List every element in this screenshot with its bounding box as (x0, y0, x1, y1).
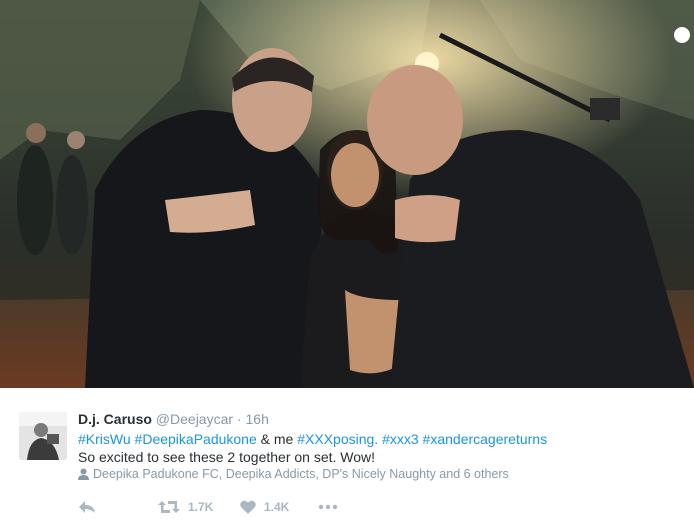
heart-icon (240, 500, 256, 514)
liked-by-row[interactable]: Deepika Padukone FC, Deepika Addicts, DP… (78, 466, 509, 484)
retweet-button[interactable]: 1.7K (158, 497, 213, 517)
tweet-text-line-1: #KrisWu #DeepikaPadukone & me #XXXposing… (78, 430, 547, 448)
tweet-header: D.j. Caruso @Deejaycar · 16h (78, 410, 269, 428)
hashtag-xandercagereturns[interactable]: #xandercagereturns (423, 431, 548, 447)
tweet-timestamp[interactable]: 16h (246, 411, 269, 427)
hashtag-kriswu[interactable]: #KrisWu (78, 431, 131, 447)
header-separator: · (236, 411, 242, 427)
reply-button[interactable] (78, 497, 96, 517)
photo-scene (0, 0, 694, 388)
liked-by-text: Deepika Padukone FC, Deepika Addicts, DP… (93, 467, 509, 481)
hashtag-xxx3[interactable]: #xxx3 (382, 431, 419, 447)
like-count: 1.4K (264, 500, 290, 514)
more-icon (318, 504, 338, 510)
retweet-icon (158, 500, 180, 514)
tweet-text-middle: & me (260, 431, 294, 447)
reply-icon (78, 500, 96, 514)
retweet-count: 1.7K (188, 500, 214, 514)
tweet-photo[interactable] (0, 0, 694, 388)
more-button[interactable] (318, 497, 338, 517)
author-avatar[interactable] (19, 412, 67, 460)
avatar-image (19, 412, 67, 460)
tweet-text-line-2: So excited to see these 2 together on se… (78, 449, 376, 465)
author-handle[interactable]: @Deejaycar (156, 411, 233, 427)
hashtag-deepikapadukone[interactable]: #DeepikaPadukone (135, 431, 257, 447)
like-button[interactable]: 1.4K (240, 497, 289, 517)
person-icon (78, 468, 89, 484)
hashtag-xxxposing[interactable]: #XXXposing. (297, 431, 378, 447)
author-name[interactable]: D.j. Caruso (78, 411, 152, 427)
